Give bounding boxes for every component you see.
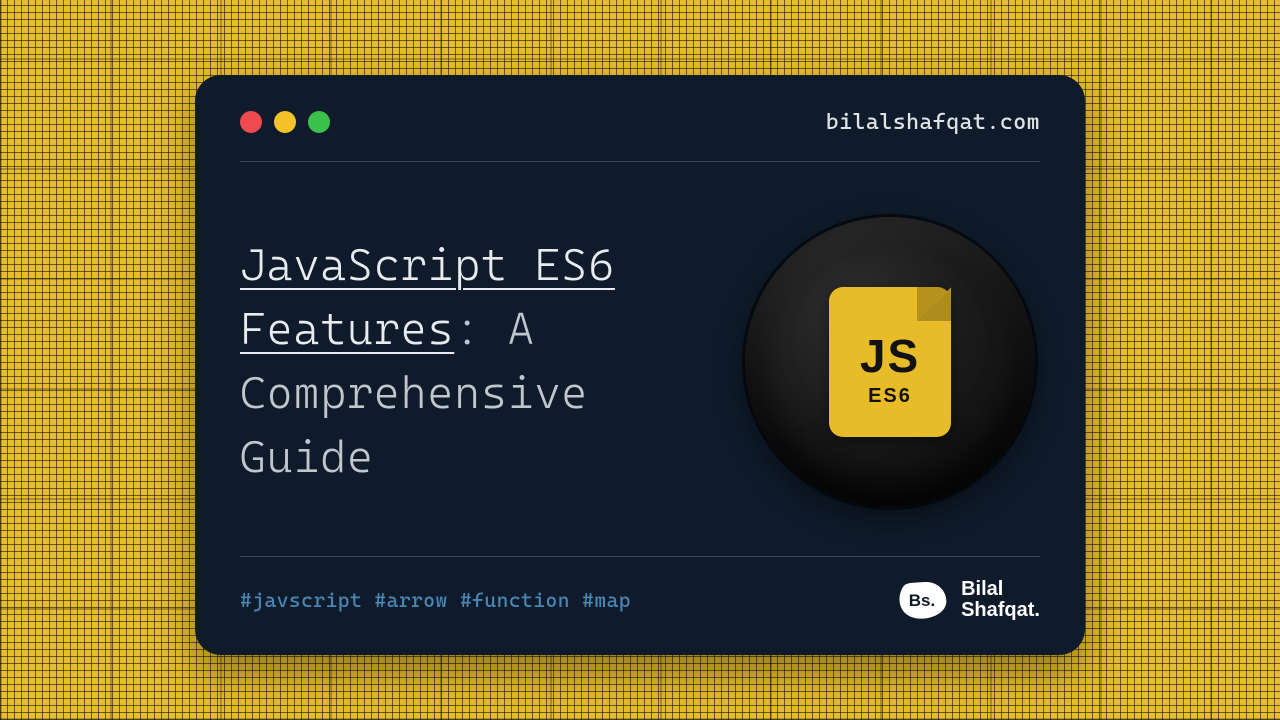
js-label-big: JS bbox=[860, 329, 920, 383]
site-domain[interactable]: bilalshafqat.com bbox=[826, 110, 1040, 135]
divider-top bbox=[240, 161, 1040, 162]
footer-row: #javscript #arrow #function #map Bs. Bil… bbox=[240, 575, 1040, 625]
js-label-small: ES6 bbox=[868, 385, 912, 408]
hero-card: bilalshafqat.com JavaScript ES6 Features… bbox=[195, 75, 1085, 655]
traffic-lights bbox=[240, 111, 330, 133]
brand-text: Bilal Shafqat. bbox=[961, 579, 1040, 621]
js-file-icon: JS ES6 bbox=[829, 287, 951, 437]
disc-icon: JS ES6 bbox=[745, 217, 1035, 507]
brand-line2: Shafqat. bbox=[961, 600, 1040, 621]
brand-line1: Bilal bbox=[961, 579, 1040, 600]
brand-logo[interactable]: Bs. Bilal Shafqat. bbox=[895, 579, 1040, 621]
window-topbar: bilalshafqat.com bbox=[240, 105, 1040, 139]
minimize-icon[interactable] bbox=[274, 111, 296, 133]
close-icon[interactable] bbox=[240, 111, 262, 133]
hero-graphic: JS ES6 bbox=[740, 212, 1040, 512]
file-fold-icon bbox=[917, 287, 951, 321]
brand-blob-icon: Bs. bbox=[895, 579, 949, 621]
content-row: JavaScript ES6 Features: A Comprehensive… bbox=[240, 190, 1040, 534]
title-underlined: JavaScript ES6 Features bbox=[240, 240, 615, 355]
maximize-icon[interactable] bbox=[308, 111, 330, 133]
hashtags[interactable]: #javscript #arrow #function #map bbox=[240, 588, 631, 612]
divider-bottom bbox=[240, 556, 1040, 557]
page-title: JavaScript ES6 Features: A Comprehensive… bbox=[240, 234, 710, 489]
brand-blob-initials: Bs. bbox=[909, 591, 935, 610]
